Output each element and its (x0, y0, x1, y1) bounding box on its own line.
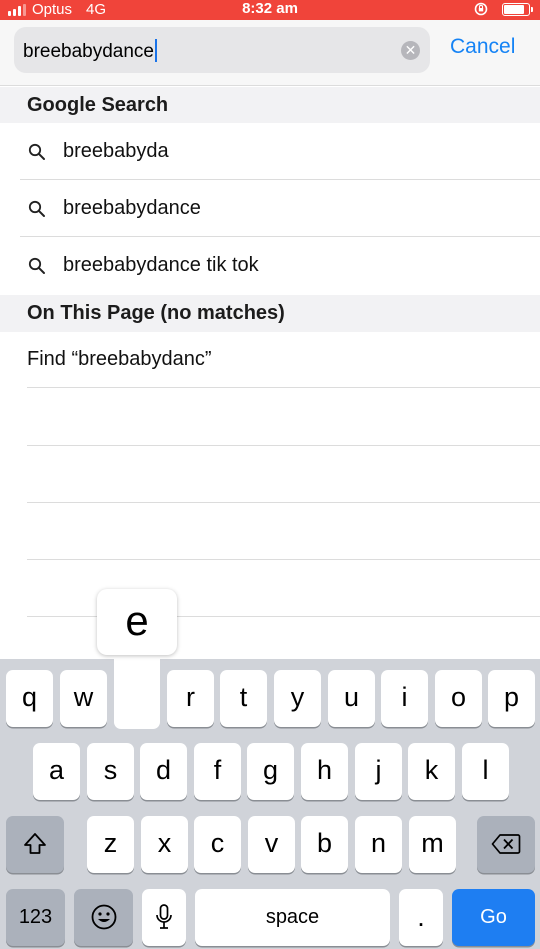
key-g[interactable]: g (247, 743, 294, 800)
suggestion-row[interactable]: breebabydance (20, 180, 540, 237)
search-input[interactable]: breebabydance (23, 39, 157, 63)
search-header: breebabydance ✕ Cancel (0, 20, 540, 86)
microphone-icon (156, 904, 172, 929)
search-icon (28, 257, 45, 274)
find-on-page-row[interactable]: Find “breebabydanc” (27, 332, 540, 388)
search-icon (28, 143, 45, 160)
key-a[interactable]: a (33, 743, 80, 800)
key-k[interactable]: k (408, 743, 455, 800)
text-cursor (155, 39, 157, 62)
empty-row (27, 503, 540, 560)
search-icon (28, 200, 45, 217)
key-l[interactable]: l (462, 743, 509, 800)
battery-icon (502, 2, 533, 16)
key-h[interactable]: h (301, 743, 348, 800)
status-bar: Optus 4G 8:32 am (0, 0, 540, 20)
key-t[interactable]: t (220, 670, 267, 727)
key-popup-bubble: e (97, 589, 177, 655)
search-query: breebabydance (23, 41, 154, 62)
key-d[interactable]: d (140, 743, 187, 800)
key-p[interactable]: p (488, 670, 535, 727)
empty-row (27, 389, 540, 446)
cancel-button[interactable]: Cancel (450, 35, 515, 59)
suggestion-label: breebabyda (63, 140, 169, 162)
google-search-header: Google Search (0, 87, 540, 123)
suggestion-label: breebabydance tik tok (63, 254, 259, 276)
microphone-key[interactable] (142, 889, 186, 946)
key-x[interactable]: x (141, 816, 188, 873)
key-popup-letter: e (125, 597, 149, 644)
rotation-lock-icon (474, 2, 488, 16)
suggestion-row[interactable]: breebabydance tik tok (20, 237, 540, 294)
delete-key[interactable] (477, 816, 535, 873)
suggestion-row[interactable]: breebabyda (20, 123, 540, 180)
go-key[interactable]: Go (452, 889, 535, 946)
key-c[interactable]: c (194, 816, 241, 873)
key-v[interactable]: v (248, 816, 295, 873)
key-f[interactable]: f (194, 743, 241, 800)
clear-icon[interactable]: ✕ (401, 41, 420, 60)
status-time: 8:32 am (242, 0, 298, 17)
shift-icon (24, 833, 46, 854)
shift-key[interactable] (6, 816, 64, 873)
emoji-key[interactable] (74, 889, 133, 946)
key-s[interactable]: s (87, 743, 134, 800)
key-i[interactable]: i (381, 670, 428, 727)
status-right (474, 2, 533, 16)
key-j[interactable]: j (355, 743, 402, 800)
search-field[interactable]: breebabydance ✕ (14, 27, 430, 73)
suggestion-label: breebabydance (63, 197, 201, 219)
key-b[interactable]: b (301, 816, 348, 873)
key-o[interactable]: o (435, 670, 482, 727)
key-m[interactable]: m (409, 816, 456, 873)
key-u[interactable]: u (328, 670, 375, 727)
on-this-page-header: On This Page (no matches) (0, 295, 540, 332)
period-key[interactable]: . (399, 889, 443, 946)
space-key[interactable]: space (195, 889, 390, 946)
delete-icon (491, 834, 521, 854)
find-label: Find “breebabydanc” (27, 348, 212, 370)
key-z[interactable]: z (87, 816, 134, 873)
keyboard: 123 space . Go qwertyuiopasdfghjklzxcvbn… (0, 659, 540, 949)
key-popup-stem (114, 645, 160, 729)
empty-row (27, 446, 540, 503)
emoji-icon (91, 904, 116, 930)
numbers-key[interactable]: 123 (6, 889, 65, 946)
key-popup: e (97, 589, 177, 729)
key-q[interactable]: q (6, 670, 53, 727)
key-n[interactable]: n (355, 816, 402, 873)
key-y[interactable]: y (274, 670, 321, 727)
